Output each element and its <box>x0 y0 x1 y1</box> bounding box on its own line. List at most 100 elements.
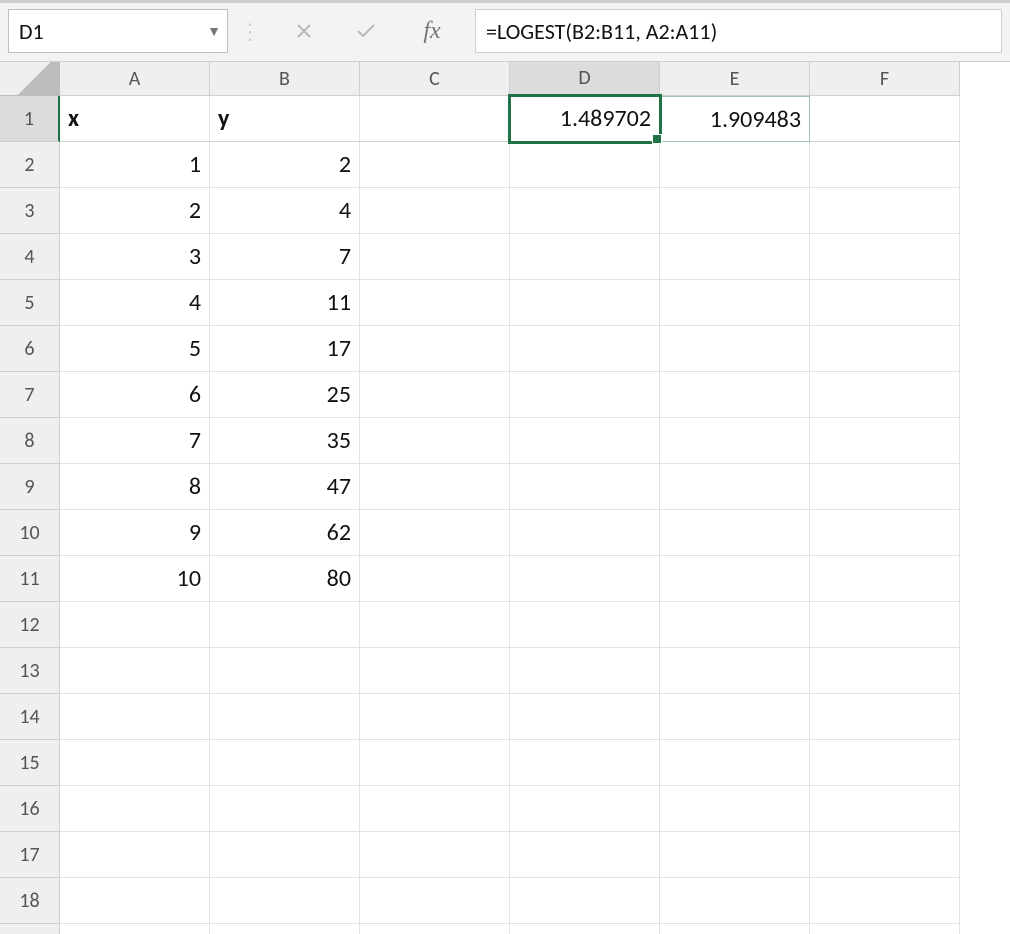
cell-F13[interactable] <box>810 648 960 694</box>
cell-A7[interactable]: 6 <box>60 372 210 418</box>
cell-D12[interactable] <box>510 602 660 648</box>
cell-F9[interactable] <box>810 464 960 510</box>
name-box[interactable]: D1 ▼ <box>8 9 228 53</box>
row-header-17[interactable]: 17 <box>0 832 60 878</box>
cell-E10[interactable] <box>660 510 810 556</box>
cell-E18[interactable] <box>660 878 810 924</box>
cell-D11[interactable] <box>510 556 660 602</box>
cell-C12[interactable] <box>360 602 510 648</box>
cell-A18[interactable] <box>60 878 210 924</box>
cell-A17[interactable] <box>60 832 210 878</box>
cell-F12[interactable] <box>810 602 960 648</box>
formula-input[interactable]: =LOGEST(B2:B11, A2:A11) <box>475 9 1002 53</box>
cell-B18[interactable] <box>210 878 360 924</box>
cell-D9[interactable] <box>510 464 660 510</box>
cell-E12[interactable] <box>660 602 810 648</box>
cell-C6[interactable] <box>360 326 510 372</box>
row-header-19[interactable]: 19 <box>0 924 60 934</box>
cell-B3[interactable]: 4 <box>210 188 360 234</box>
cell-F8[interactable] <box>810 418 960 464</box>
cell-E19[interactable] <box>660 924 810 934</box>
cell-C3[interactable] <box>360 188 510 234</box>
cell-C18[interactable] <box>360 878 510 924</box>
cell-F7[interactable] <box>810 372 960 418</box>
cell-D5[interactable] <box>510 280 660 326</box>
column-header-A[interactable]: A <box>60 62 210 96</box>
cell-B7[interactable]: 25 <box>210 372 360 418</box>
cell-C8[interactable] <box>360 418 510 464</box>
cell-D1[interactable]: 1.489702 <box>510 96 660 142</box>
cell-B10[interactable]: 62 <box>210 510 360 556</box>
cell-A6[interactable]: 5 <box>60 326 210 372</box>
cell-F19[interactable] <box>810 924 960 934</box>
row-header-6[interactable]: 6 <box>0 326 60 372</box>
column-header-B[interactable]: B <box>210 62 360 96</box>
cell-D7[interactable] <box>510 372 660 418</box>
cell-E16[interactable] <box>660 786 810 832</box>
cell-A3[interactable]: 2 <box>60 188 210 234</box>
row-header-2[interactable]: 2 <box>0 142 60 188</box>
cell-A13[interactable] <box>60 648 210 694</box>
cell-F17[interactable] <box>810 832 960 878</box>
cell-F16[interactable] <box>810 786 960 832</box>
row-header-11[interactable]: 11 <box>0 556 60 602</box>
cell-A12[interactable] <box>60 602 210 648</box>
cell-B14[interactable] <box>210 694 360 740</box>
cell-E5[interactable] <box>660 280 810 326</box>
cell-D15[interactable] <box>510 740 660 786</box>
cell-B19[interactable] <box>210 924 360 934</box>
cell-A4[interactable]: 3 <box>60 234 210 280</box>
cell-B4[interactable]: 7 <box>210 234 360 280</box>
cell-F6[interactable] <box>810 326 960 372</box>
cell-B8[interactable]: 35 <box>210 418 360 464</box>
row-header-9[interactable]: 9 <box>0 464 60 510</box>
cell-E13[interactable] <box>660 648 810 694</box>
cell-A8[interactable]: 7 <box>60 418 210 464</box>
row-header-15[interactable]: 15 <box>0 740 60 786</box>
cell-C13[interactable] <box>360 648 510 694</box>
enter-button[interactable] <box>337 10 395 52</box>
column-header-E[interactable]: E <box>660 62 810 96</box>
cell-F2[interactable] <box>810 142 960 188</box>
cell-A11[interactable]: 10 <box>60 556 210 602</box>
row-header-7[interactable]: 7 <box>0 372 60 418</box>
row-header-18[interactable]: 18 <box>0 878 60 924</box>
spreadsheet-grid[interactable]: ABCDEF1xy1.4897021.909483212324437541165… <box>0 62 1010 934</box>
cell-F11[interactable] <box>810 556 960 602</box>
cell-F1[interactable] <box>810 96 960 142</box>
fx-label[interactable]: fx <box>408 18 456 45</box>
cell-A9[interactable]: 8 <box>60 464 210 510</box>
cell-A16[interactable] <box>60 786 210 832</box>
cell-B17[interactable] <box>210 832 360 878</box>
column-header-D[interactable]: D <box>510 62 660 96</box>
cell-D18[interactable] <box>510 878 660 924</box>
cell-D2[interactable] <box>510 142 660 188</box>
cell-A1[interactable]: x <box>60 96 210 142</box>
cell-F18[interactable] <box>810 878 960 924</box>
cell-D16[interactable] <box>510 786 660 832</box>
cell-C14[interactable] <box>360 694 510 740</box>
cell-A2[interactable]: 1 <box>60 142 210 188</box>
cell-B1[interactable]: y <box>210 96 360 142</box>
cell-F3[interactable] <box>810 188 960 234</box>
cell-E3[interactable] <box>660 188 810 234</box>
cell-C11[interactable] <box>360 556 510 602</box>
cell-D13[interactable] <box>510 648 660 694</box>
cell-C17[interactable] <box>360 832 510 878</box>
cell-E9[interactable] <box>660 464 810 510</box>
row-header-14[interactable]: 14 <box>0 694 60 740</box>
cell-D10[interactable] <box>510 510 660 556</box>
cell-E17[interactable] <box>660 832 810 878</box>
select-all-corner[interactable] <box>0 62 60 96</box>
cell-E11[interactable] <box>660 556 810 602</box>
cell-E8[interactable] <box>660 418 810 464</box>
cell-D3[interactable] <box>510 188 660 234</box>
row-header-10[interactable]: 10 <box>0 510 60 556</box>
cell-F14[interactable] <box>810 694 960 740</box>
cell-C15[interactable] <box>360 740 510 786</box>
column-header-F[interactable]: F <box>810 62 960 96</box>
cell-D17[interactable] <box>510 832 660 878</box>
cell-C10[interactable] <box>360 510 510 556</box>
cell-C5[interactable] <box>360 280 510 326</box>
cell-A19[interactable] <box>60 924 210 934</box>
